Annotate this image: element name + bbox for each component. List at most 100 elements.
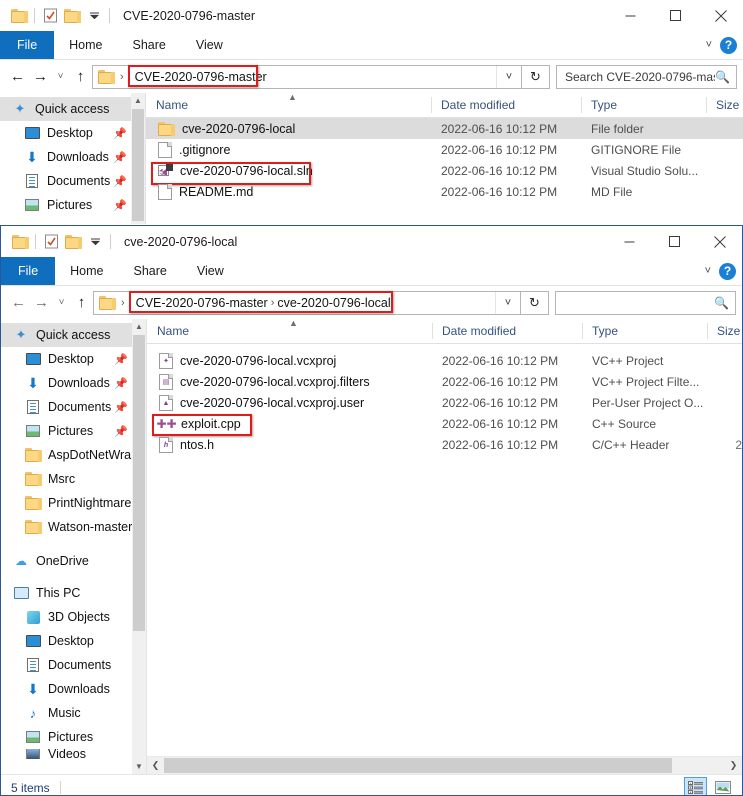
pin-icon[interactable]: 📌 [114,401,128,414]
expand-ribbon-icon[interactable]: ˅ [706,40,712,51]
table-row[interactable]: ▲ cve-2020-0796-local.vcxproj.user 2022-… [147,392,742,413]
breadcrumb[interactable]: CVE-2020-0796-master [127,66,496,88]
title-bar[interactable]: cve-2020-0796-local [1,226,742,257]
large-icons-view-icon[interactable] [711,777,734,796]
breadcrumb[interactable]: CVE-2020-0796-master › cve-2020-0796-loc… [128,292,495,314]
scroll-down-icon[interactable]: ▼ [132,759,146,774]
breadcrumb-item-master[interactable]: CVE-2020-0796-master [136,296,268,310]
file-list[interactable]: Name Date modified Type Size ▲ ✦ cve-202… [146,319,742,774]
pin-icon[interactable]: 📌 [113,151,127,164]
column-header-type[interactable]: Type [581,93,706,117]
ribbon-right-controls[interactable]: ˅ ? [705,257,736,285]
column-header-date-modified[interactable]: Date modified [431,93,581,117]
refresh-button[interactable]: ↻ [521,291,549,315]
close-icon[interactable] [697,226,742,257]
file-name-cell[interactable]: ▲ cve-2020-0796-local.vcxproj.user [147,395,432,411]
navigation-pane-scrollbar[interactable]: ▲ [131,93,145,224]
breadcrumb-item-master[interactable]: CVE-2020-0796-master [135,70,267,84]
up-button[interactable]: ↑ [70,291,93,315]
column-headers[interactable]: Name Date modified Type Size ▲ [146,93,743,118]
maximize-icon[interactable] [652,226,697,257]
table-row[interactable]: .gitignore 2022-06-16 10:12 PM GITIGNORE… [146,139,743,160]
properties-icon[interactable] [40,231,62,253]
column-header-size[interactable]: Size [707,319,742,343]
tab-home[interactable]: Home [54,31,117,59]
tab-view[interactable]: View [181,31,238,59]
window-controls[interactable] [607,226,742,257]
refresh-button[interactable]: ↻ [522,65,550,89]
sidebar-item-pictures[interactable]: Pictures 📌 [1,419,146,443]
sidebar-item-aspdotnetwrap[interactable]: AspDotNetWrap [1,443,146,467]
scrollbar-thumb[interactable] [132,109,144,221]
ribbon-right-controls[interactable]: ˅ ? [706,31,737,59]
tab-file[interactable]: File [0,31,54,59]
file-name-cell[interactable]: h ntos.h [147,437,432,453]
sidebar-item-watson-master[interactable]: Watson-master [1,515,146,539]
sidebar-item-quick-access[interactable]: ✦ Quick access [0,97,145,121]
sidebar-item-music[interactable]: ♪ Music [1,701,146,725]
sidebar-item-quick-access[interactable]: ✦ Quick access [1,323,146,347]
new-folder-icon[interactable] [62,231,84,253]
sidebar-item-documents[interactable]: Documents 📌 [1,395,146,419]
pin-icon[interactable]: 📌 [113,175,127,188]
pin-icon[interactable]: 📌 [114,353,128,366]
sidebar-item-onedrive[interactable]: ☁ OneDrive [1,549,146,573]
address-bar-row[interactable]: ← → ˅ ↑ › CVE-2020-0796-master › cve-202… [1,286,742,319]
tab-file[interactable]: File [1,257,55,285]
scroll-left-icon[interactable]: ❮ [147,757,164,774]
column-header-size[interactable]: Size [706,93,743,117]
file-name-cell[interactable]: cve-2020-0796-local [146,122,431,136]
scrollbar-track[interactable] [164,757,725,774]
file-name-cell[interactable]: .gitignore [146,142,431,158]
file-name-cell[interactable]: README.md [146,184,431,200]
table-row[interactable]: ✦ cve-2020-0796-local.vcxproj 2022-06-16… [147,350,742,371]
pin-icon[interactable]: 📌 [113,199,127,212]
recent-locations-button[interactable]: ˅ [53,291,70,315]
navigation-pane-scrollbar[interactable]: ▲ ▼ [132,319,146,774]
sidebar-item-videos[interactable]: Videos [1,749,146,759]
tab-home[interactable]: Home [55,257,118,285]
navigation-pane[interactable]: ✦ Quick access Desktop 📌 ⬇ Downloads 📌 D… [1,319,146,774]
pin-icon[interactable]: 📌 [114,425,128,438]
forward-button[interactable]: → [30,291,53,315]
search-box[interactable]: 🔍 [555,291,736,315]
address-dropdown-icon[interactable]: ˅ [496,66,521,88]
sidebar-item-pictures-pc[interactable]: Pictures [1,725,146,749]
sidebar-item-desktop[interactable]: Desktop 📌 [1,347,146,371]
navigation-pane[interactable]: ✦ Quick access Desktop 📌 ⬇ Downloads 📌 D… [0,93,145,224]
address-dropdown-icon[interactable]: ˅ [495,292,520,314]
tab-share[interactable]: Share [119,257,182,285]
column-header-type[interactable]: Type [582,319,707,343]
address-bar[interactable]: › CVE-2020-0796-master › cve-2020-0796-l… [93,291,521,315]
column-header-date-modified[interactable]: Date modified [432,319,582,343]
scrollbar-thumb[interactable] [164,758,672,773]
sidebar-item-desktop-pc[interactable]: Desktop [1,629,146,653]
table-row[interactable]: ✚✚ exploit.cpp 2022-06-16 10:12 PM C++ S… [147,413,742,434]
details-view-icon[interactable] [684,777,707,796]
pin-icon[interactable]: 📌 [114,377,128,390]
table-row[interactable]: ▤ cve-2020-0796-local.vcxproj.filters 20… [147,371,742,392]
sidebar-item-downloads[interactable]: ⬇ Downloads 📌 [0,145,145,169]
scroll-up-icon[interactable]: ▲ [131,93,145,108]
up-button[interactable]: ↑ [69,65,92,89]
sidebar-item-printnightmare[interactable]: PrintNightmare [1,491,146,515]
new-folder-icon[interactable] [61,5,83,27]
address-bar[interactable]: › CVE-2020-0796-master ˅ [92,65,522,89]
explorer-window-master[interactable]: CVE-2020-0796-master File Home Share Vie… [0,0,743,228]
back-button[interactable]: ← [7,291,30,315]
table-row[interactable]: cve-2020-0796-local 2022-06-16 10:12 PM … [146,118,743,139]
tab-share[interactable]: Share [118,31,181,59]
pin-icon[interactable]: 📌 [113,127,127,140]
help-icon[interactable]: ? [719,263,736,280]
file-name-cell[interactable]: cve-2020-0796-local.sln [146,164,431,178]
sidebar-item-3d-objects[interactable]: 3D Objects [1,605,146,629]
horizontal-scrollbar[interactable]: ❮ ❯ [147,756,742,774]
scroll-right-icon[interactable]: ❯ [725,757,742,774]
window-controls[interactable] [608,0,743,31]
help-icon[interactable]: ? [720,37,737,54]
sidebar-item-documents-pc[interactable]: Documents [1,653,146,677]
scroll-up-icon[interactable]: ▲ [132,319,146,334]
sidebar-item-pictures[interactable]: Pictures 📌 [0,193,145,217]
sidebar-item-this-pc[interactable]: This PC [1,581,146,605]
close-icon[interactable] [698,0,743,31]
